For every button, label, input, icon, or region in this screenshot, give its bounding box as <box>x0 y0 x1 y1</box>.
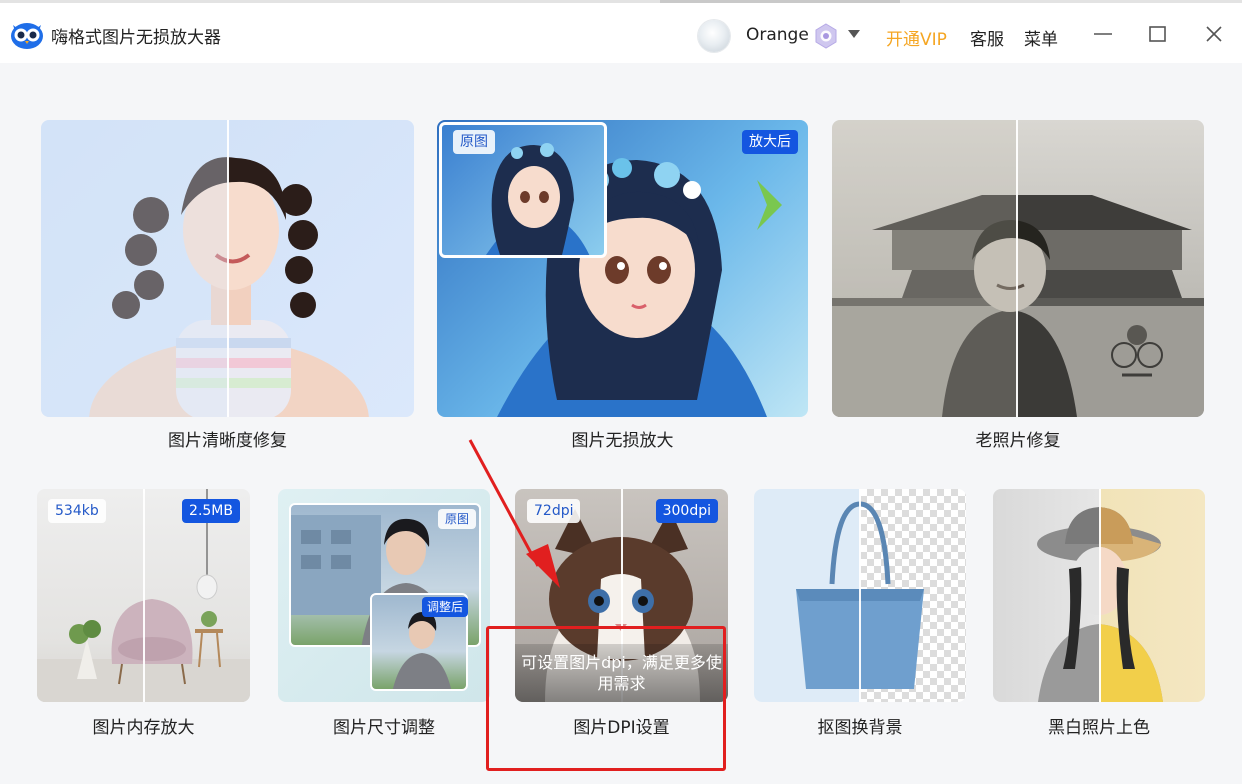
vip-badge-icon <box>815 23 837 49</box>
feature-thumbnail <box>754 489 966 702</box>
feature-card-cutout-background[interactable]: 抠图换背景 <box>754 489 966 739</box>
compare-divider[interactable] <box>859 489 861 702</box>
feature-card-lossless-upscale[interactable]: 原图 放大后 图片无损放大 <box>437 120 808 451</box>
menu-button[interactable]: 菜单 <box>1024 25 1058 50</box>
chevron-down-icon[interactable] <box>848 30 860 38</box>
highlight-annotation-box <box>486 626 726 771</box>
original-tag: 原图 <box>453 130 495 154</box>
resized-tag: 调整后 <box>421 597 468 617</box>
feature-thumbnail: 534kb 2.5MB <box>37 489 250 702</box>
minimize-icon[interactable] <box>1091 22 1115 46</box>
title-bar: 嗨格式图片无损放大器 Orange 开通VIP 客服 菜单 <box>0 0 1242 63</box>
feature-card-sharpness-repair[interactable]: 图片清晰度修复 <box>41 120 414 451</box>
feature-thumbnail <box>993 489 1205 702</box>
feature-card-old-photo-repair[interactable]: 老照片修复 <box>832 120 1204 451</box>
red-arrow-icon <box>468 439 560 588</box>
compare-divider[interactable] <box>1016 120 1018 417</box>
customer-service-button[interactable]: 客服 <box>970 25 1004 50</box>
owl-logo-icon <box>11 23 43 49</box>
feature-label: 抠图换背景 <box>817 718 903 738</box>
feature-label: 老照片修复 <box>975 431 1061 451</box>
high-dpi-tag: 300dpi <box>655 499 718 523</box>
feature-card-colorize[interactable]: 黑白照片上色 <box>993 489 1205 739</box>
username[interactable]: Orange <box>746 25 809 45</box>
compare-divider[interactable] <box>1099 489 1101 702</box>
feature-label: 黑白照片上色 <box>1048 718 1150 738</box>
close-icon[interactable] <box>1202 22 1226 46</box>
maximize-icon[interactable] <box>1146 22 1170 46</box>
upscaled-tag: 放大后 <box>742 130 798 154</box>
app-title: 嗨格式图片无损放大器 <box>51 28 221 48</box>
compare-divider[interactable] <box>227 120 229 417</box>
feature-thumbnail: 原图 放大后 <box>437 120 808 417</box>
user-avatar[interactable] <box>698 20 730 52</box>
before-size-tag: 534kb <box>48 499 106 523</box>
top-scroll-indicator <box>660 0 900 3</box>
feature-thumbnail <box>832 120 1204 417</box>
old-photo-illustration <box>832 120 1204 417</box>
after-size-tag: 2.5MB <box>182 499 240 523</box>
feature-thumbnail: 原图 调整后 <box>278 489 490 702</box>
compare-divider[interactable] <box>143 489 145 702</box>
open-vip-button[interactable]: 开通VIP <box>886 25 947 50</box>
feature-thumbnail <box>41 120 414 417</box>
feature-card-file-size-upscale[interactable]: 534kb 2.5MB 图片内存放大 <box>37 489 250 739</box>
feature-label: 图片清晰度修复 <box>168 431 287 451</box>
feature-card-resize[interactable]: 原图 调整后 图片尺寸调整 <box>278 489 490 739</box>
feature-label: 图片内存放大 <box>92 718 195 738</box>
feature-label: 图片尺寸调整 <box>333 718 435 738</box>
